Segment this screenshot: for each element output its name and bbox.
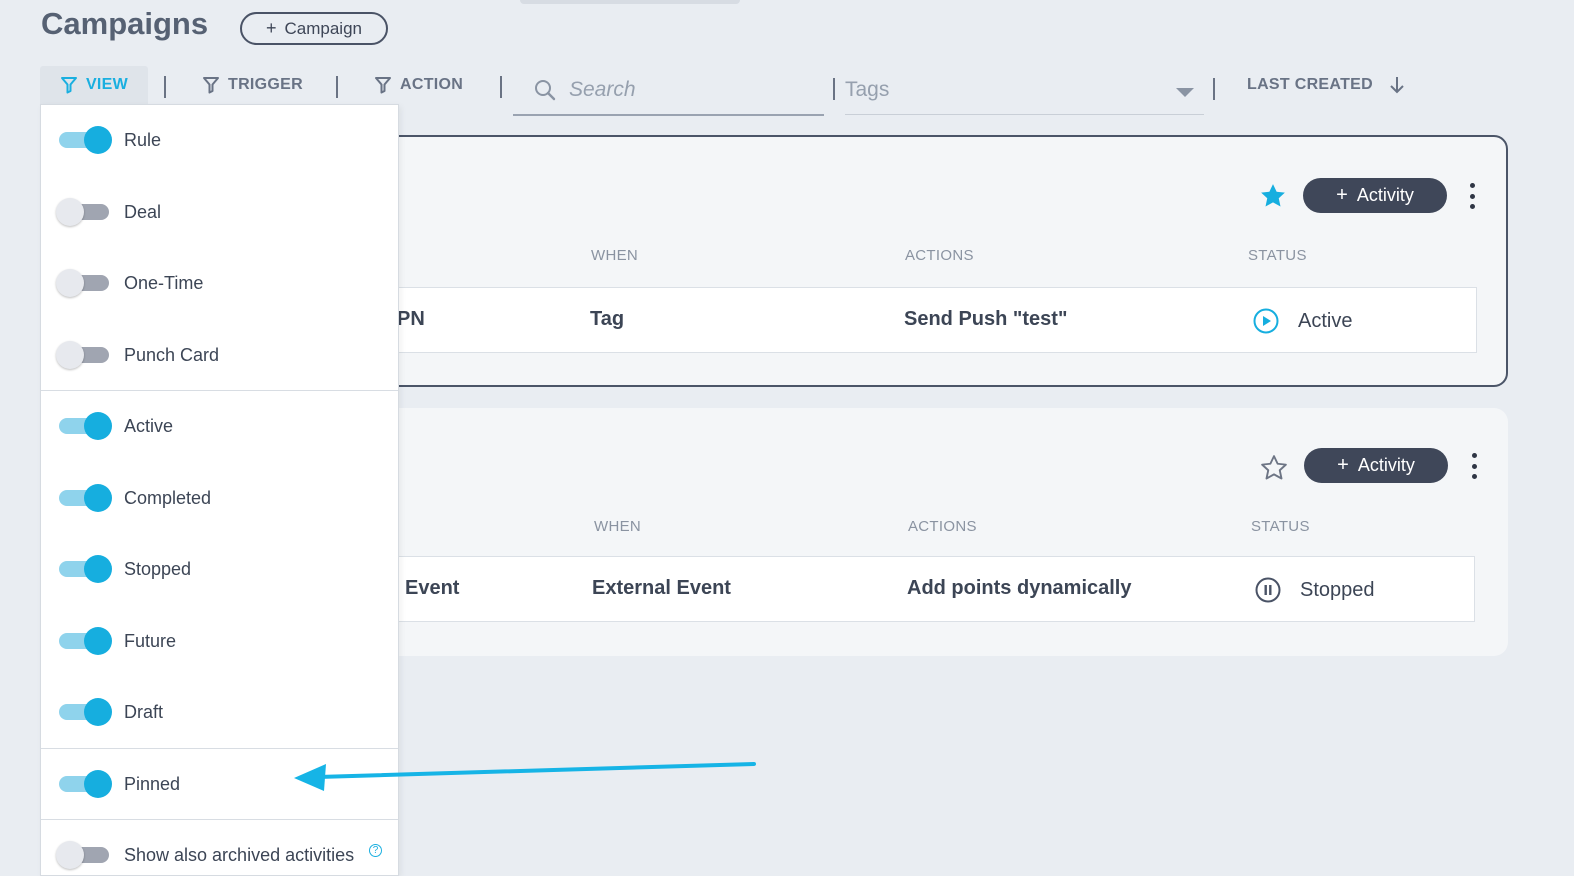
menu-divider — [41, 390, 398, 391]
menu-item-label: Show also archived activities — [124, 844, 355, 865]
filter-icon — [60, 77, 77, 94]
add-activity-button[interactable]: + Activity — [1303, 178, 1447, 213]
menu-item-punch-card[interactable]: Punch Card — [41, 335, 398, 375]
annotation-arrow — [294, 762, 756, 791]
column-header-when: WHEN — [594, 518, 642, 535]
plus-icon: + — [1336, 184, 1348, 206]
toggle-switch[interactable] — [56, 840, 112, 870]
filter-icon — [375, 77, 391, 94]
action-filter-button[interactable]: ACTION — [374, 66, 463, 104]
column-header-when: WHEN — [591, 247, 639, 264]
menu-item-stopped[interactable]: Stopped — [41, 549, 398, 589]
view-filter-button[interactable]: VIEW — [40, 66, 148, 104]
menu-item-show-archived[interactable]: Show also archived activities ? — [41, 835, 398, 875]
toolbar-separator — [1213, 78, 1215, 100]
campaign-card[interactable]: + Activity WHEN ACTIONS STATUS PN Tag Se… — [370, 135, 1508, 387]
column-header-actions: ACTIONS — [908, 518, 977, 535]
column-header-status: STATUS — [1251, 518, 1310, 535]
activity-name: PN — [397, 308, 425, 330]
chevron-down-icon — [1176, 88, 1194, 97]
search-input[interactable] — [567, 77, 801, 103]
sort-label: LAST CREATED — [1247, 76, 1373, 93]
search-box — [513, 66, 824, 116]
activity-status: Active — [1252, 307, 1352, 335]
status-text: Stopped — [1300, 578, 1375, 601]
activity-when: External Event — [592, 577, 731, 599]
toggle-switch[interactable] — [56, 125, 112, 155]
menu-item-label: Punch Card — [124, 344, 220, 365]
page-title: Campaigns — [41, 6, 209, 41]
filter-icon — [203, 77, 219, 94]
toggle-switch[interactable] — [56, 197, 112, 227]
menu-item-label: Deal — [124, 201, 162, 222]
star-outline-icon[interactable] — [1259, 453, 1289, 483]
menu-item-label: Rule — [124, 129, 162, 150]
toggle-switch[interactable] — [56, 697, 112, 727]
menu-item-label: Stopped — [124, 558, 192, 579]
menu-item-draft[interactable]: Draft — [41, 692, 398, 732]
toggle-switch[interactable] — [56, 340, 112, 370]
toggle-switch[interactable] — [56, 411, 112, 441]
add-campaign-button[interactable]: + Campaign — [240, 12, 388, 45]
column-header-actions: ACTIONS — [905, 247, 974, 264]
help-icon[interactable]: ? — [369, 844, 382, 857]
menu-item-label: Draft — [124, 701, 164, 722]
toggle-switch[interactable] — [56, 268, 112, 298]
more-options-icon[interactable] — [1470, 453, 1478, 479]
campaign-card[interactable]: + Activity WHEN ACTIONS STATUS Event Ext… — [370, 408, 1508, 656]
menu-item-label: Completed — [124, 487, 212, 508]
toolbar-separator — [833, 78, 835, 100]
trigger-filter-button[interactable]: TRIGGER — [202, 66, 303, 104]
activity-actions: Send Push "test" — [904, 308, 1068, 330]
menu-item-label: One-Time — [124, 272, 204, 293]
menu-item-completed[interactable]: Completed — [41, 478, 398, 518]
toggle-switch[interactable] — [56, 483, 112, 513]
activity-actions: Add points dynamically — [907, 577, 1132, 599]
activity-when: Tag — [590, 308, 625, 330]
tags-placeholder: Tags — [845, 78, 890, 101]
toggle-switch[interactable] — [56, 769, 112, 799]
pause-circle-icon — [1255, 577, 1281, 603]
menu-item-future[interactable]: Future — [41, 621, 398, 661]
menu-item-deal[interactable]: Deal — [41, 192, 398, 232]
menu-item-active[interactable]: Active — [41, 406, 398, 446]
activity-name: Event — [405, 577, 460, 599]
action-filter-label: ACTION — [400, 76, 464, 93]
menu-item-label: Future — [124, 630, 177, 651]
plus-icon: + — [1337, 454, 1349, 476]
tags-select[interactable]: Tags — [845, 66, 1204, 115]
arrow-down-icon — [1390, 77, 1404, 94]
trigger-filter-label: TRIGGER — [228, 76, 303, 93]
menu-divider — [41, 748, 398, 749]
top-shadow — [520, 0, 740, 4]
menu-item-one-time[interactable]: One-Time — [41, 263, 398, 303]
add-activity-button[interactable]: + Activity — [1304, 448, 1448, 483]
activity-status: Stopped — [1254, 576, 1375, 604]
add-campaign-label: Campaign — [284, 18, 363, 38]
toolbar-separator — [500, 76, 502, 98]
menu-item-label: Pinned — [124, 773, 181, 794]
column-header-status: STATUS — [1248, 247, 1307, 264]
toolbar-separator — [164, 76, 166, 98]
search-icon — [535, 80, 556, 101]
add-activity-label: Activity — [1356, 185, 1414, 205]
menu-item-label: Active — [124, 415, 174, 436]
add-activity-label: Activity — [1357, 455, 1415, 475]
activity-row[interactable]: PN Tag Send Push "test" Active — [372, 287, 1477, 353]
toggle-switch[interactable] — [56, 554, 112, 584]
filter-toolbar: VIEW TRIGGER ACTION Tags LAST CREATED — [0, 66, 1574, 116]
sort-button[interactable]: LAST CREATED — [1247, 66, 1405, 104]
menu-divider — [41, 819, 398, 820]
toolbar-separator — [336, 76, 338, 98]
status-text: Active — [1298, 309, 1353, 332]
menu-item-rule[interactable]: Rule — [41, 120, 398, 160]
toggle-switch[interactable] — [56, 626, 112, 656]
activity-row[interactable]: Event External Event Add points dynamica… — [370, 556, 1475, 622]
star-filled-icon[interactable] — [1258, 181, 1288, 211]
play-circle-icon — [1253, 308, 1279, 334]
more-options-icon[interactable] — [1468, 183, 1476, 209]
plus-icon: + — [265, 18, 277, 38]
view-filter-label: VIEW — [85, 76, 129, 93]
